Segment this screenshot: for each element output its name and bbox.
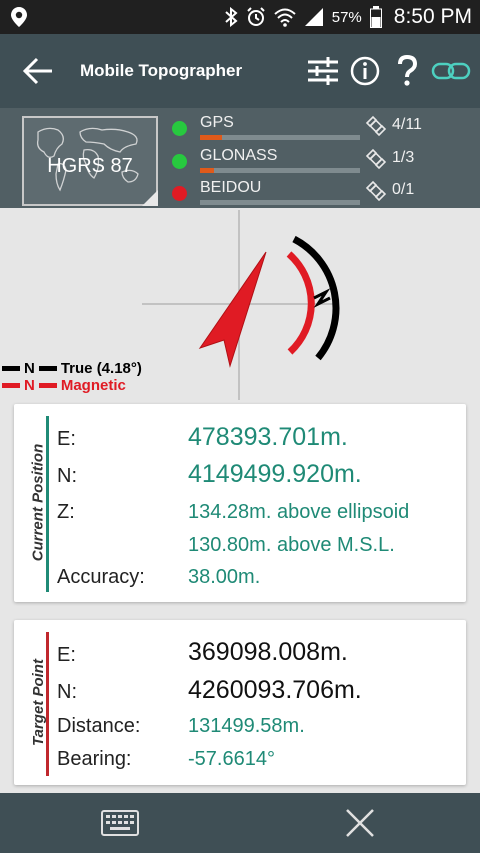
status-dot: [172, 154, 187, 169]
wifi-icon: [274, 8, 296, 27]
legend-magnetic-north: N Magnetic: [2, 377, 142, 394]
target-point-card: Target Point E: 369098.008m. N: 4260093.…: [14, 620, 466, 785]
magnetic-north-arc: [286, 251, 315, 355]
heading-arrow: [198, 251, 267, 368]
status-dot: [172, 186, 187, 201]
satellite-icon: [365, 180, 387, 202]
sat-row-beidou: BEIDOU 0/1: [172, 177, 472, 207]
clock: 8:50 PM: [393, 5, 472, 28]
settings-sliders-icon: [308, 57, 338, 85]
link-button[interactable]: [428, 53, 474, 89]
bearing-label: Bearing:: [57, 748, 132, 770]
legend-letter: N: [24, 360, 35, 377]
app-bar: Mobile Topographer: [0, 34, 480, 108]
satellite-panel: HGRS 87 GPS 4/11 GLONASS 1/3 BEIDOU 0/1: [0, 108, 480, 208]
sat-row-glonass: GLONASS 1/3: [172, 145, 472, 175]
current-position-card: Current Position E: 478393.701m. N: 4149…: [14, 404, 466, 602]
dropdown-corner-icon: [142, 190, 158, 206]
distance-value: 131499.58m.: [188, 715, 305, 737]
elevation-label: Z:: [57, 501, 75, 523]
signal-bar: [200, 168, 360, 173]
sat-count: 1/3: [392, 149, 415, 166]
keyboard-button[interactable]: [96, 805, 144, 841]
help-button[interactable]: [392, 53, 422, 89]
satellite-icon: [365, 148, 387, 170]
card-accent-line: [46, 632, 49, 776]
status-bar: 57% 8:50 PM: [0, 0, 480, 34]
signal-icon: [304, 8, 323, 26]
alarm-icon: [247, 7, 265, 26]
battery-icon: [369, 6, 382, 28]
datum-name: HGRS 87: [47, 155, 133, 177]
accuracy-value: 38.00m.: [188, 566, 261, 588]
bottom-bar: [0, 793, 480, 853]
bearing-value: -57.6614°: [188, 748, 275, 770]
compass-legend: N True (4.18°) N Magnetic: [2, 360, 142, 394]
settings-button[interactable]: [304, 53, 342, 89]
target-northing-label: N:: [57, 681, 77, 703]
datum-selector[interactable]: HGRS 87: [22, 116, 158, 206]
signal-bar: [200, 135, 360, 140]
target-easting-value: 369098.008m.: [188, 638, 348, 666]
status-dot: [172, 121, 187, 136]
north-tick: [313, 288, 331, 308]
northing-label: N:: [57, 465, 77, 487]
close-icon: [346, 809, 374, 837]
sat-system-name: BEIDOU: [200, 179, 262, 196]
sat-count: 4/11: [392, 116, 422, 133]
back-arrow-icon[interactable]: [22, 56, 56, 86]
card-accent-line: [46, 416, 49, 592]
sat-system-name: GPS: [200, 114, 234, 131]
location-icon: [11, 7, 27, 27]
battery-percent: 57%: [331, 8, 362, 26]
app-title: Mobile Topographer: [80, 61, 243, 80]
legend-true-north: N True (4.18°): [2, 360, 142, 377]
satellite-icon: [365, 115, 387, 137]
bluetooth-icon: [225, 7, 238, 27]
close-button[interactable]: [338, 805, 382, 841]
sat-row-gps: GPS 4/11: [172, 112, 472, 142]
elevation-ellipsoid-value: 134.28m. above ellipsoid: [188, 501, 410, 523]
link-icon: [431, 62, 471, 80]
legend-label: Magnetic: [60, 377, 126, 394]
info-button[interactable]: [348, 53, 382, 89]
legend-label: True (4.18°): [60, 360, 142, 377]
elevation-msl-value: 130.80m. above M.S.L.: [188, 534, 395, 556]
accuracy-label: Accuracy:: [57, 566, 145, 588]
sat-system-name: GLONASS: [200, 147, 278, 164]
sat-count: 0/1: [392, 181, 415, 198]
easting-value: 478393.701m.: [188, 423, 348, 451]
easting-label: E:: [57, 428, 76, 450]
distance-label: Distance:: [57, 715, 141, 737]
help-icon: [398, 55, 418, 86]
target-northing-value: 4260093.706m.: [188, 676, 362, 704]
keyboard-icon: [101, 810, 139, 836]
info-icon: [350, 56, 380, 86]
target-easting-label: E:: [57, 644, 76, 666]
signal-bar: [200, 200, 360, 205]
northing-value: 4149499.920m.: [188, 460, 362, 488]
legend-letter: N: [24, 377, 35, 394]
